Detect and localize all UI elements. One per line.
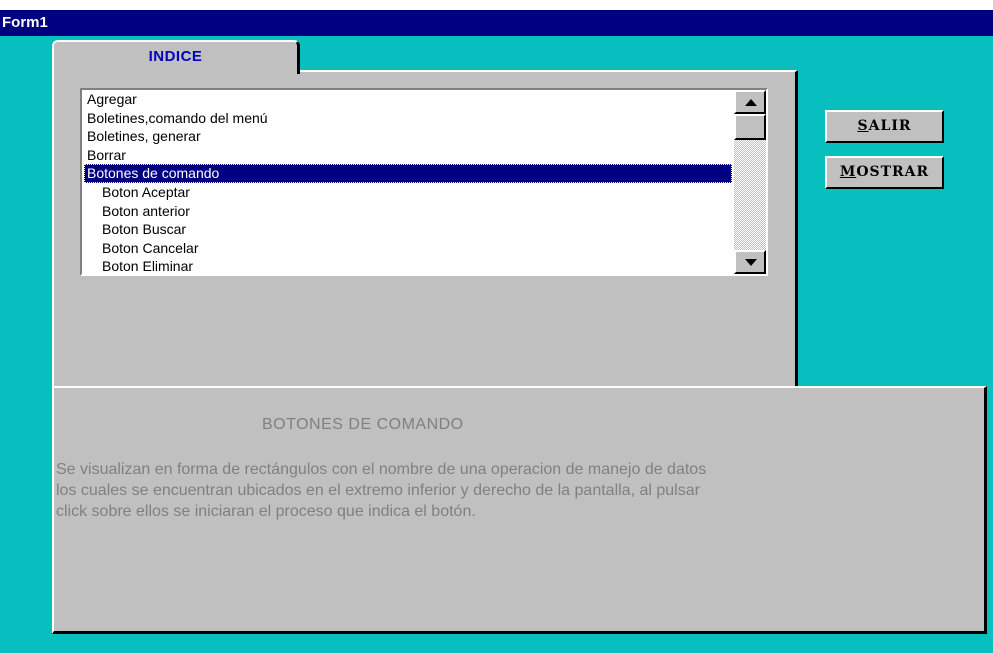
tab-indice-label: INDICE: [148, 48, 203, 65]
mostrar-label-rest: OSTRAR: [856, 164, 930, 180]
list-item[interactable]: Agregar: [84, 90, 732, 109]
description-line: Se visualizan en forma de rectángulos co…: [56, 461, 707, 478]
description-panel: BOTONES DE COMANDO Se visualizan en form…: [52, 386, 987, 634]
vertical-scrollbar[interactable]: [734, 90, 766, 274]
salir-label-rest: ALIR: [868, 118, 912, 134]
list-item[interactable]: Boton Aceptar: [84, 183, 732, 202]
list-item[interactable]: Boletines, generar: [84, 127, 732, 146]
scroll-thumb[interactable]: [734, 114, 766, 140]
list-item[interactable]: Boton Cancelar: [84, 239, 732, 258]
mostrar-button[interactable]: MOSTRAR: [825, 156, 944, 189]
list-item[interactable]: Borrar: [84, 146, 732, 165]
index-listbox[interactable]: Agregar Boletines,comando del menú Boletin…: [80, 88, 768, 276]
description-line: click sobre ellos se iniciaran el proces…: [56, 503, 476, 520]
window-title-bar[interactable]: Form1: [0, 10, 993, 36]
form-client-area: INDICE Agregar Boletines,comando del menú…: [0, 36, 993, 653]
list-items-container: Agregar Boletines,comando del menú Boletin…: [84, 90, 732, 274]
list-item-selected[interactable]: Botones de comando: [84, 164, 732, 183]
arrow-down-icon: [745, 259, 757, 266]
salir-accel-key: S: [857, 118, 869, 134]
list-item[interactable]: Boletines,comando del menú: [84, 109, 732, 128]
description-line: los cuales se encuentran ubicados en el …: [56, 482, 700, 499]
salir-button[interactable]: SALIR: [825, 110, 944, 143]
window-title: Form1: [2, 14, 48, 31]
arrow-up-icon: [745, 99, 757, 106]
description-title: BOTONES DE COMANDO: [262, 416, 464, 433]
description-body: Se visualizan en forma de rectángulos co…: [56, 459, 981, 522]
list-item[interactable]: Boton anterior: [84, 202, 732, 221]
list-item[interactable]: Boton Eliminar: [84, 257, 732, 274]
tab-indice[interactable]: INDICE: [52, 40, 300, 74]
scroll-up-button[interactable]: [734, 90, 766, 114]
list-item[interactable]: Boton Buscar: [84, 220, 732, 239]
mostrar-accel-key: M: [839, 164, 857, 180]
scroll-down-button[interactable]: [734, 250, 766, 274]
